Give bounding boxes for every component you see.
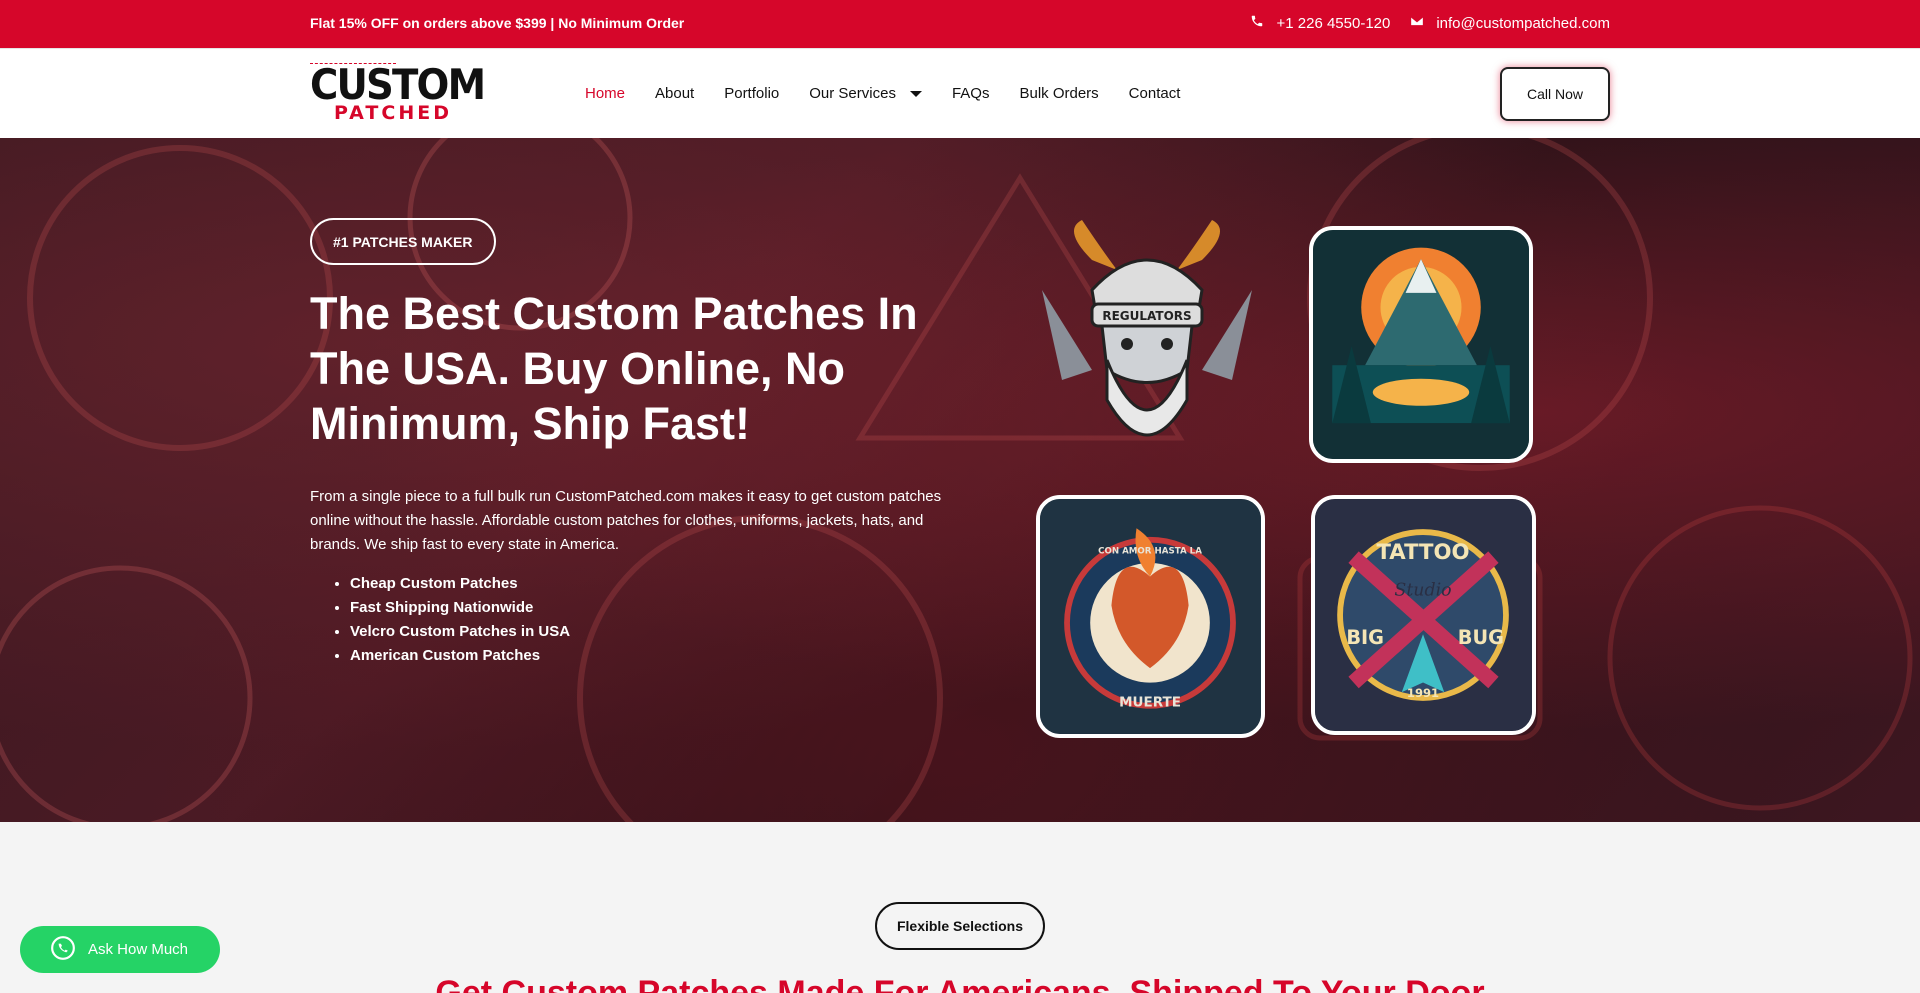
- main-nav: Home About Portfolio Our Services FAQs B…: [585, 85, 1180, 102]
- patch3-bottom-text: MUERTE: [1119, 695, 1181, 711]
- nav-home[interactable]: Home: [585, 85, 625, 102]
- phone-icon: [1250, 14, 1264, 32]
- whatsapp-label: Ask How Much: [88, 941, 189, 958]
- patch3-top-text: CON AMOR HASTA LA: [1098, 546, 1202, 556]
- section-badge: Flexible Selections: [875, 902, 1045, 950]
- list-item: Cheap Custom Patches: [350, 572, 570, 596]
- patch4-top-text: TATTOO: [1376, 540, 1469, 565]
- site-logo[interactable]: CUSTOM PATCHED: [310, 63, 486, 125]
- call-now-button[interactable]: Call Now: [1500, 67, 1610, 121]
- hero-badge: #1 PATCHES MAKER: [310, 218, 496, 265]
- hero-feature-list: Cheap Custom Patches Fast Shipping Natio…: [350, 572, 570, 668]
- top-promo-bar: Flat 15% OFF on orders above $399 | No M…: [0, 0, 1920, 48]
- hero-description: From a single piece to a full bulk run C…: [310, 488, 942, 553]
- contact-info: +1 226 4550-120 info@custompatched.com: [1240, 14, 1610, 32]
- patch1-label: REGULATORS: [1102, 309, 1191, 323]
- hero-title: The Best Custom Patches In The USA. Buy …: [310, 288, 918, 449]
- list-item: American Custom Patches: [350, 644, 570, 668]
- email-address: info@custompatched.com: [1436, 14, 1610, 32]
- mountain-landscape-patch-card: [1309, 226, 1533, 463]
- sacred-heart-patch-card: MUERTE CON AMOR HASTA LA: [1036, 495, 1265, 738]
- whatsapp-icon: [50, 935, 76, 965]
- phone-number: +1 226 4550-120: [1276, 14, 1391, 32]
- hero-section: #1 PATCHES MAKER The Best Custom Patches…: [0, 138, 1920, 822]
- nav-bulk-orders[interactable]: Bulk Orders: [1019, 85, 1098, 102]
- nav-contact[interactable]: Contact: [1129, 85, 1181, 102]
- nav-faqs[interactable]: FAQs: [952, 85, 990, 102]
- tattoo-studio-patch-image: TATTOO Studio BIG BUG 1991: [1315, 499, 1532, 731]
- logo-wordmark-top: CUSTOM: [310, 60, 486, 109]
- patch4-left-text: BIG: [1346, 626, 1384, 649]
- nav-portfolio[interactable]: Portfolio: [724, 85, 779, 102]
- nav-our-services[interactable]: Our Services: [809, 85, 922, 102]
- viking-regulators-patch-image: REGULATORS: [1042, 220, 1252, 437]
- section-heading: Get Custom Patches Made For Americans, S…: [435, 974, 1485, 993]
- logo-wordmark-bottom: PATCHED: [334, 102, 452, 124]
- mountain-landscape-patch-image: [1313, 230, 1529, 459]
- envelope-icon: [1410, 14, 1424, 32]
- phone-link[interactable]: +1 226 4550-120: [1250, 14, 1390, 32]
- list-item: Fast Shipping Nationwide: [350, 596, 570, 620]
- list-item: Velcro Custom Patches in USA: [350, 620, 570, 644]
- patch4-mid-text: Studio: [1394, 581, 1451, 601]
- hero-background-texture: [0, 138, 1913, 822]
- chevron-down-icon: [909, 90, 922, 97]
- flexible-selections-section: Flexible Selections Get Custom Patches M…: [0, 822, 1920, 993]
- whatsapp-chat-button[interactable]: Ask How Much: [20, 926, 220, 973]
- patch4-right-text: BUG: [1458, 626, 1504, 649]
- promo-text: Flat 15% OFF on orders above $399 | No M…: [310, 15, 685, 31]
- tattoo-studio-patch-card: TATTOO Studio BIG BUG 1991: [1311, 495, 1536, 735]
- patch4-year-text: 1991: [1407, 686, 1439, 700]
- nav-about[interactable]: About: [655, 85, 694, 102]
- site-header: CUSTOM PATCHED Home About Portfolio Our …: [0, 48, 1920, 138]
- email-link[interactable]: info@custompatched.com: [1410, 14, 1610, 32]
- sacred-heart-patch-image: MUERTE CON AMOR HASTA LA: [1040, 499, 1261, 734]
- nav-our-services-label: Our Services: [809, 85, 896, 102]
